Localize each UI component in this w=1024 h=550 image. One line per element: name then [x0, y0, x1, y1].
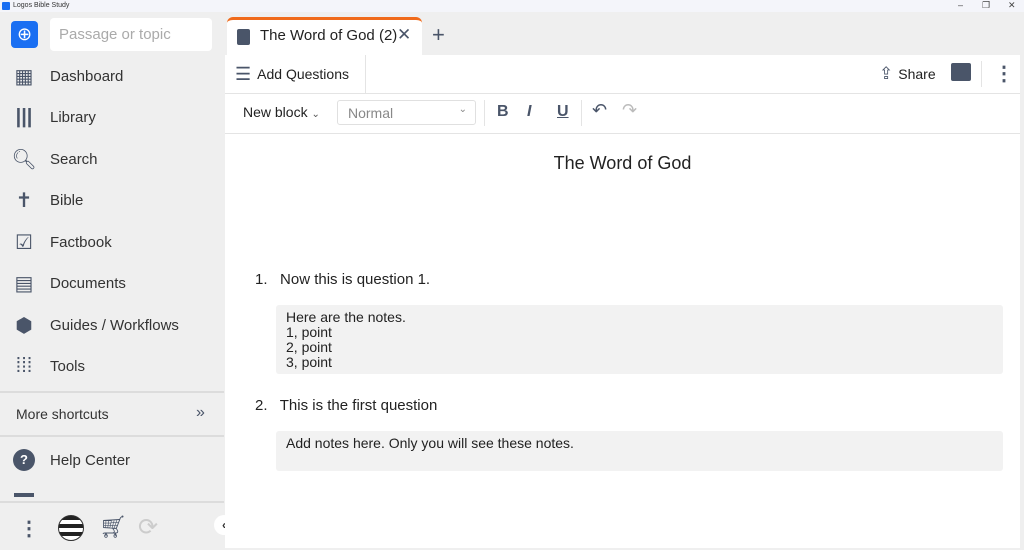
share-icon: ⇪: [879, 64, 894, 83]
sidebar-item-bible[interactable]: ✝ Bible: [0, 182, 224, 218]
factbook-icon: ☑: [15, 231, 33, 254]
divider: [581, 100, 582, 126]
window-title: Logos Bible Study: [13, 2, 70, 9]
share-button[interactable]: ⇪ Share: [879, 55, 936, 93]
note-line: Add notes here. Only you will see these …: [286, 435, 574, 451]
sync-icon[interactable]: ⟳: [138, 513, 158, 542]
sidebar-item-label: Guides / Workflows: [50, 316, 179, 334]
sidebar-item-help-center[interactable]: ? Help Center: [0, 442, 224, 478]
menu-icon: ☰: [235, 63, 252, 84]
guides-icon: ⬢: [15, 314, 33, 337]
document-panel: ☰ Add Questions ⇪ Share ⋮ New block ⌄ No…: [225, 55, 1020, 548]
add-questions-button[interactable]: ☰ Add Questions: [235, 55, 366, 93]
sidebar-footer: ⋮ 🛒︎ ⟳: [0, 512, 224, 550]
sidebar-item-tools[interactable]: ⁞⁞⁞ Tools: [0, 348, 224, 384]
logos-home-icon[interactable]: ⊕: [11, 21, 38, 48]
sidebar-item-label: Dashboard: [50, 67, 124, 85]
restore-button[interactable]: ❐: [982, 0, 990, 11]
document-icon: [237, 29, 250, 45]
underline-button[interactable]: U: [557, 103, 569, 121]
document-icon: ▤: [14, 272, 34, 295]
block-type-label: New block: [243, 104, 308, 120]
question-number: 2.: [255, 397, 268, 414]
tab-word-of-god[interactable]: The Word of God (2) ✕: [227, 17, 422, 55]
expand-shortcuts-icon[interactable]: »: [196, 404, 205, 422]
passage-search-input[interactable]: Passage or topic: [50, 18, 212, 51]
print-icon[interactable]: [951, 63, 971, 81]
bible-icon: ✝: [15, 189, 33, 212]
divider: [0, 501, 224, 503]
question-1[interactable]: 1. Now this is question 1.: [255, 271, 430, 288]
close-window-button[interactable]: ✕: [1008, 0, 1016, 11]
sidebar-item-guides[interactable]: ⬢ Guides / Workflows: [0, 307, 224, 343]
style-value: Normal: [348, 105, 394, 121]
sidebar-item-label: Help Center: [50, 451, 131, 469]
note-line: Here are the notes.: [286, 309, 406, 325]
question-text: Now this is question 1.: [280, 271, 431, 288]
new-tab-button[interactable]: +: [432, 22, 445, 48]
sidebar-item-label: Search: [50, 150, 98, 168]
search-icon: 🔍︎: [11, 148, 37, 171]
question-2[interactable]: 2. This is the first question: [255, 397, 437, 414]
question-notes[interactable]: Add notes here. Only you will see these …: [276, 431, 1003, 471]
cart-icon[interactable]: 🛒︎: [99, 514, 127, 540]
redo-icon[interactable]: ↷: [622, 100, 637, 121]
more-menu-icon[interactable]: ⋮: [19, 516, 39, 541]
document-title[interactable]: The Word of God: [225, 153, 1020, 174]
sidebar-item-dashboard[interactable]: ▦ Dashboard: [0, 58, 224, 94]
format-toolbar: New block ⌄ Normal ⌄ B I U ↶ ↷: [225, 94, 1020, 134]
title-bar: Logos Bible Study – ❐ ✕: [0, 0, 1024, 12]
dashboard-icon: ▦: [14, 65, 34, 88]
italic-button[interactable]: I: [527, 103, 531, 121]
block-type-dropdown[interactable]: New block ⌄: [243, 104, 320, 120]
panel-toolbar: ☰ Add Questions ⇪ Share ⋮: [225, 55, 1020, 94]
note-line: 1, point: [286, 324, 332, 340]
note-line: 2, point: [286, 339, 332, 355]
sidebar-item-label: Tools: [50, 357, 86, 375]
close-tab-icon[interactable]: ✕: [397, 25, 411, 45]
chevron-down-icon: ⌄: [311, 109, 320, 120]
question-text: This is the first question: [279, 397, 438, 414]
chevron-down-icon: ⌄: [458, 104, 467, 115]
library-icon: |||: [15, 105, 33, 128]
add-questions-label: Add Questions: [257, 66, 349, 82]
sidebar-item-label: Bible: [50, 191, 84, 209]
minimize-button[interactable]: –: [958, 0, 963, 10]
divider: [0, 435, 224, 437]
sidebar-item-search[interactable]: 🔍︎ Search: [0, 141, 224, 177]
help-icon: ?: [12, 448, 36, 472]
sidebar-item-factbook[interactable]: ☑ Factbook: [0, 224, 224, 260]
avatar[interactable]: [58, 515, 84, 541]
undo-icon[interactable]: ↶: [592, 100, 607, 121]
share-label: Share: [898, 66, 936, 82]
sidebar-item-label: Library: [50, 108, 96, 126]
question-notes[interactable]: Here are the notes. 1, point 2, point 3,…: [276, 305, 1003, 374]
more-shortcuts-label[interactable]: More shortcuts: [16, 406, 109, 422]
note-line: 3, point: [286, 354, 332, 370]
more-options-icon[interactable]: ⋮: [994, 61, 1014, 86]
question-number: 1.: [255, 271, 268, 288]
app-icon: [2, 2, 10, 10]
sidebar-item-label: Documents: [50, 274, 126, 292]
paragraph-style-select[interactable]: Normal ⌄: [337, 100, 476, 125]
tools-grid-icon: ⁞⁞⁞: [15, 354, 33, 377]
bold-button[interactable]: B: [497, 103, 509, 121]
sidebar: ⊕ Passage or topic ▦ Dashboard ||| Library…: [0, 12, 234, 550]
tab-title: The Word of God (2): [260, 27, 398, 44]
partial-item-icon: [14, 493, 34, 497]
divider: [981, 61, 982, 87]
sidebar-item-library[interactable]: ||| Library: [0, 99, 224, 135]
sidebar-item-label: Factbook: [50, 233, 112, 251]
divider: [0, 391, 224, 393]
sidebar-item-documents[interactable]: ▤ Documents: [0, 265, 224, 301]
divider: [484, 100, 485, 126]
